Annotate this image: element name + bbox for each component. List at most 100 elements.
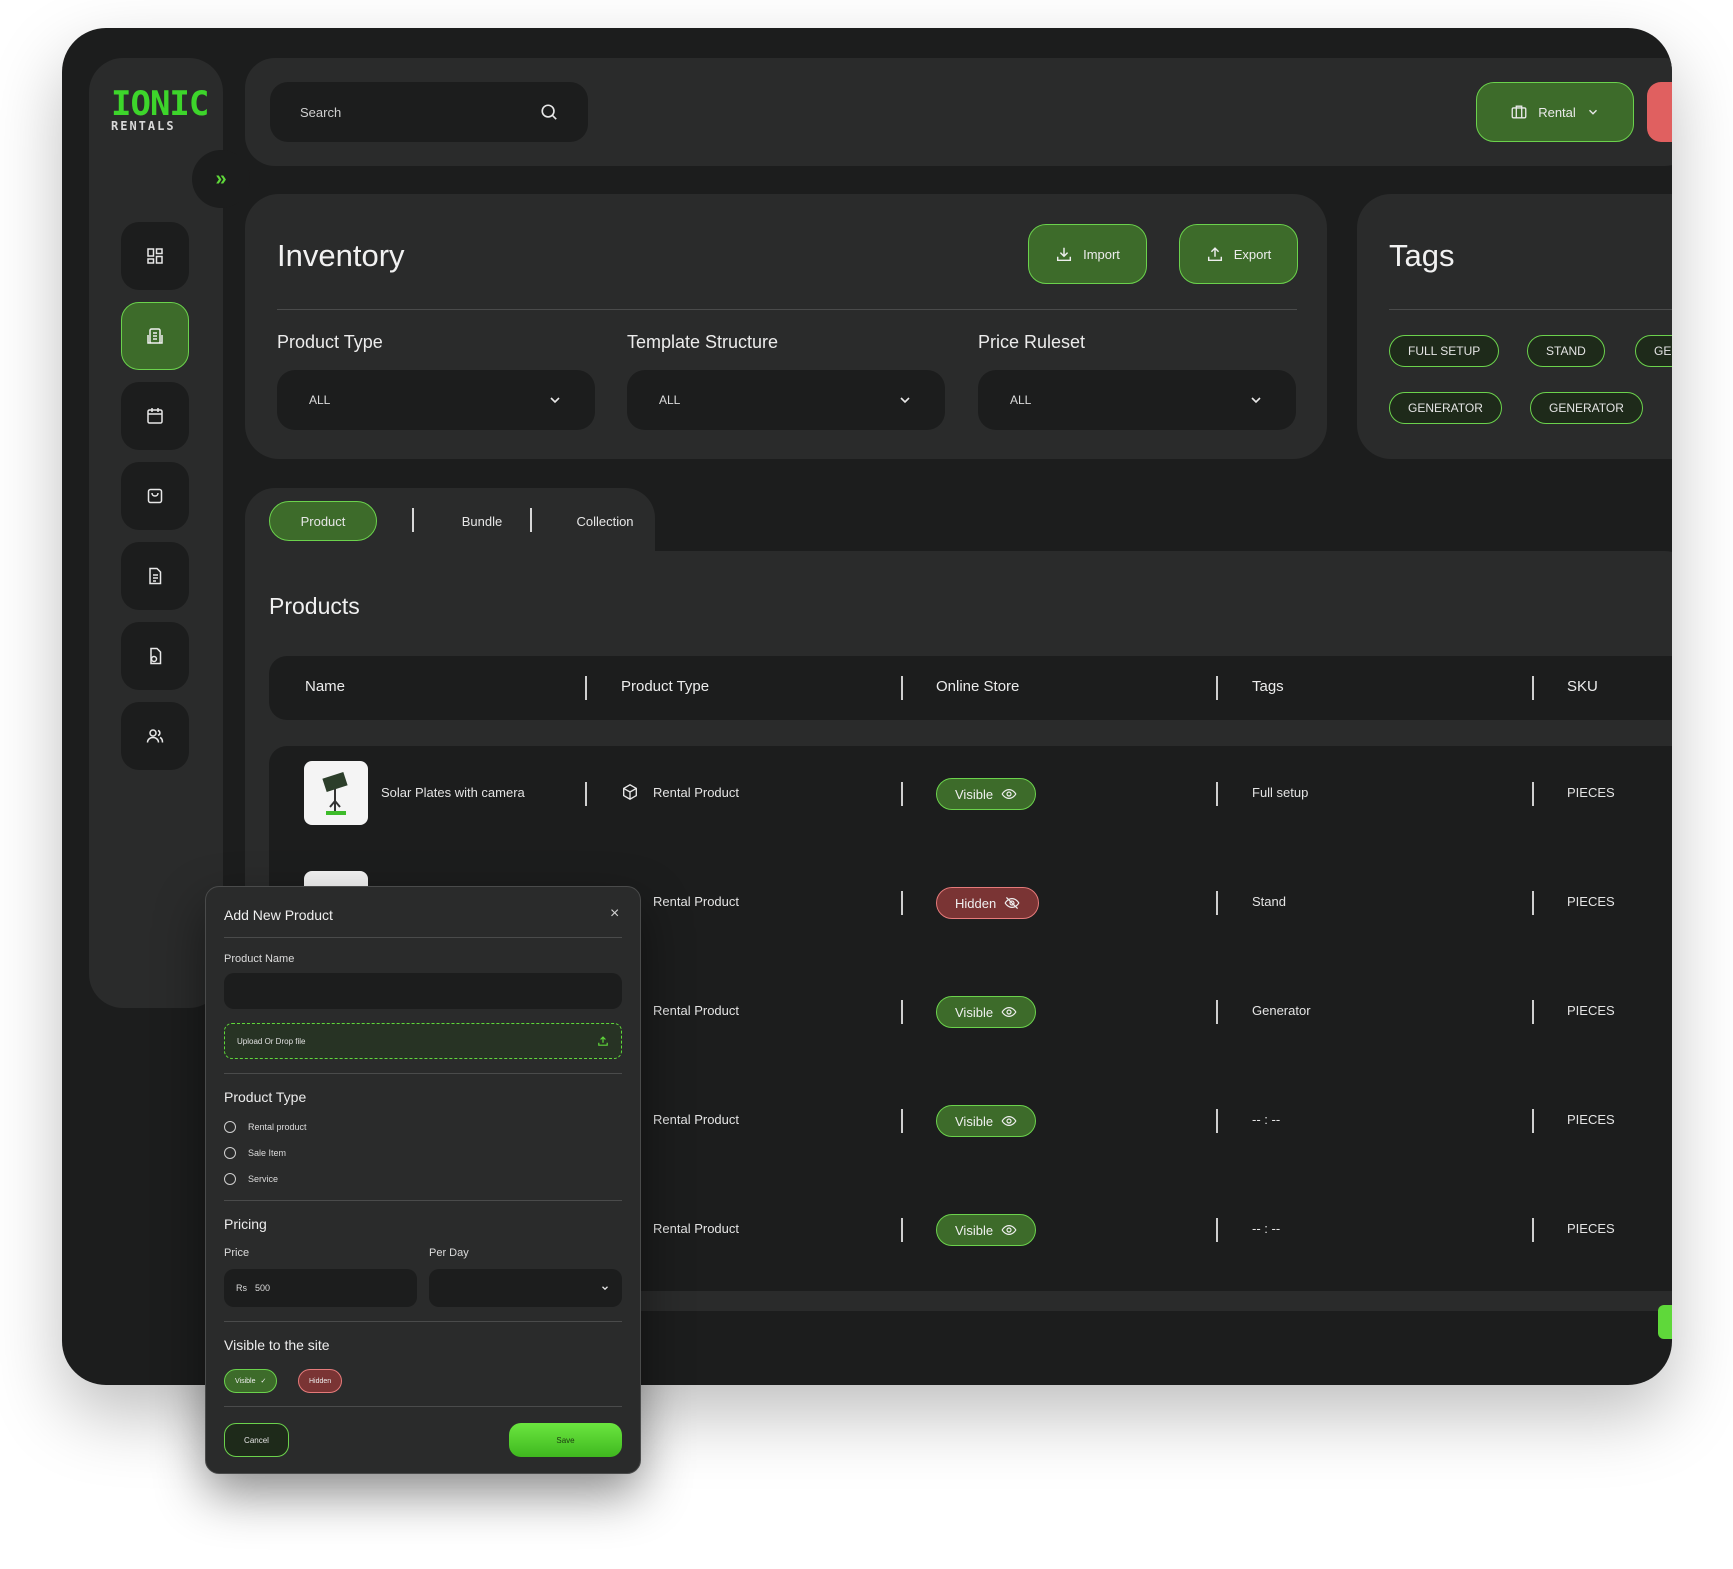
radio-label: Service bbox=[248, 1174, 279, 1184]
double-chevron-right-icon: » bbox=[215, 167, 227, 190]
visibility-badge[interactable]: Hidden bbox=[936, 887, 1040, 919]
product-name-label: Product Name bbox=[224, 953, 295, 965]
sidebar-item-settings[interactable] bbox=[121, 622, 189, 690]
visibility-title: Visible to the site bbox=[224, 1337, 330, 1353]
template-structure-select[interactable]: ALL bbox=[627, 370, 945, 430]
divider bbox=[224, 1073, 622, 1074]
divider bbox=[224, 1321, 622, 1322]
upload-dropzone[interactable]: Upload Or Drop file bbox=[224, 1023, 622, 1059]
mode-label: Rental bbox=[1538, 104, 1576, 120]
price-input[interactable]: Rs 500 bbox=[224, 1269, 417, 1307]
visibility-badge[interactable]: Visible bbox=[936, 996, 1037, 1028]
tag-chip[interactable]: FULL SETUP bbox=[1389, 335, 1500, 367]
visibility-label: Visible bbox=[955, 1004, 994, 1020]
product-tags: -- : -- bbox=[1252, 1112, 1281, 1127]
product-tags: -- : -- bbox=[1252, 1221, 1281, 1236]
tag-chip[interactable]: STAND bbox=[1527, 335, 1605, 367]
radio-circle[interactable] bbox=[224, 1173, 236, 1185]
column-divider bbox=[1532, 782, 1534, 806]
column-divider bbox=[901, 782, 903, 806]
notification-button[interactable] bbox=[1647, 82, 1672, 142]
product-type-title: Product Type bbox=[224, 1089, 307, 1105]
per-period-select[interactable] bbox=[429, 1269, 622, 1307]
radio-circle[interactable] bbox=[224, 1147, 236, 1159]
tab-divider bbox=[412, 508, 414, 532]
sidebar-item-dashboard[interactable] bbox=[121, 222, 189, 290]
check-icon: ✓ bbox=[260, 1378, 267, 1385]
column-divider bbox=[1532, 1000, 1534, 1024]
hidden-toggle[interactable]: Hidden bbox=[298, 1369, 343, 1393]
price-ruleset-value: ALL bbox=[1010, 393, 1032, 407]
column-header-online-store[interactable]: Online Store bbox=[936, 678, 1019, 695]
radio-circle[interactable] bbox=[224, 1121, 236, 1133]
search-input[interactable]: Search bbox=[270, 82, 588, 142]
import-button[interactable]: Import bbox=[1028, 224, 1147, 284]
export-label: Export bbox=[1233, 246, 1272, 262]
column-header-name[interactable]: Name bbox=[305, 678, 345, 695]
price-ruleset-select[interactable]: ALL bbox=[978, 370, 1296, 430]
tab-product[interactable]: Product bbox=[269, 501, 377, 541]
cube-icon bbox=[623, 784, 637, 800]
chevron-down-icon bbox=[1588, 109, 1597, 115]
column-divider bbox=[901, 676, 903, 700]
product-thumbnail[interactable] bbox=[304, 761, 368, 825]
radio-rental-product[interactable]: Rental product bbox=[224, 1121, 307, 1133]
briefcase-icon bbox=[1511, 105, 1527, 119]
search-icon bbox=[541, 104, 557, 120]
radio-service[interactable]: Service bbox=[224, 1173, 278, 1185]
column-divider bbox=[1532, 1109, 1534, 1133]
close-button[interactable]: × bbox=[610, 905, 619, 923]
visibility-label: Visible bbox=[955, 1113, 994, 1129]
visible-label: Visible bbox=[235, 1377, 256, 1385]
tag-chip[interactable]: GE bbox=[1635, 335, 1672, 367]
download-icon bbox=[1057, 247, 1072, 262]
add-product-modal: Add New Product × Product Name Upload Or… bbox=[205, 886, 641, 1474]
product-sku: PIECES bbox=[1567, 785, 1615, 800]
visibility-badge[interactable]: Visible bbox=[936, 1214, 1037, 1246]
logo-text-top: IONIC bbox=[111, 84, 209, 124]
column-divider bbox=[1216, 891, 1218, 915]
document-settings-icon bbox=[150, 647, 162, 665]
eye-icon bbox=[1001, 1006, 1017, 1018]
sidebar-item-inventory[interactable] bbox=[121, 302, 189, 370]
visibility-badge[interactable]: Visible bbox=[936, 1105, 1037, 1137]
sidebar-item-documents[interactable] bbox=[121, 542, 189, 610]
sidebar-item-calendar[interactable] bbox=[121, 382, 189, 450]
import-label: Import bbox=[1083, 246, 1120, 262]
tag-chip[interactable]: GENERATOR bbox=[1530, 392, 1643, 424]
mode-dropdown[interactable]: Rental bbox=[1476, 82, 1634, 142]
cancel-button[interactable]: Cancel bbox=[224, 1423, 289, 1457]
price-value: 500 bbox=[255, 1283, 271, 1293]
sidebar-expand-button[interactable]: » bbox=[192, 150, 250, 208]
product-tags: Full setup bbox=[1252, 785, 1309, 800]
inventory-icon bbox=[147, 328, 163, 344]
inventory-card: Inventory Import Export Product Type ALL… bbox=[245, 194, 1327, 459]
product-tags: Stand bbox=[1252, 894, 1286, 909]
filter-label-template-structure: Template Structure bbox=[627, 332, 779, 352]
top-bar: Search Rental bbox=[245, 58, 1672, 166]
column-divider bbox=[1216, 1109, 1218, 1133]
product-name[interactable]: Solar Plates with camera bbox=[381, 785, 525, 800]
upload-icon bbox=[1207, 247, 1222, 262]
visibility-badge[interactable]: Visible bbox=[936, 778, 1037, 810]
radio-sale-item[interactable]: Sale Item bbox=[224, 1147, 286, 1159]
modal-title: Add New Product bbox=[224, 907, 333, 923]
save-button[interactable]: Save bbox=[509, 1423, 622, 1457]
product-type: Rental Product bbox=[653, 1112, 739, 1127]
tab-bundle[interactable]: Bundle bbox=[432, 501, 532, 541]
product-type-select[interactable]: ALL bbox=[277, 370, 595, 430]
visible-toggle[interactable]: Visible ✓ bbox=[224, 1369, 278, 1393]
tab-collection[interactable]: Collection bbox=[550, 501, 660, 541]
product-tags: Generator bbox=[1252, 1003, 1311, 1018]
tag-chip[interactable]: GENERATOR bbox=[1389, 392, 1502, 424]
column-header-product-type[interactable]: Product Type bbox=[621, 678, 709, 695]
products-title: Products bbox=[269, 593, 360, 619]
column-header-tags[interactable]: Tags bbox=[1252, 678, 1284, 695]
sidebar-item-orders[interactable] bbox=[121, 462, 189, 530]
users-icon bbox=[146, 729, 164, 743]
product-name-field[interactable] bbox=[224, 973, 622, 1009]
scroll-action-button[interactable] bbox=[1658, 1305, 1672, 1339]
column-header-sku[interactable]: SKU bbox=[1567, 678, 1598, 695]
sidebar-item-users[interactable] bbox=[121, 702, 189, 770]
export-button[interactable]: Export bbox=[1179, 224, 1298, 284]
